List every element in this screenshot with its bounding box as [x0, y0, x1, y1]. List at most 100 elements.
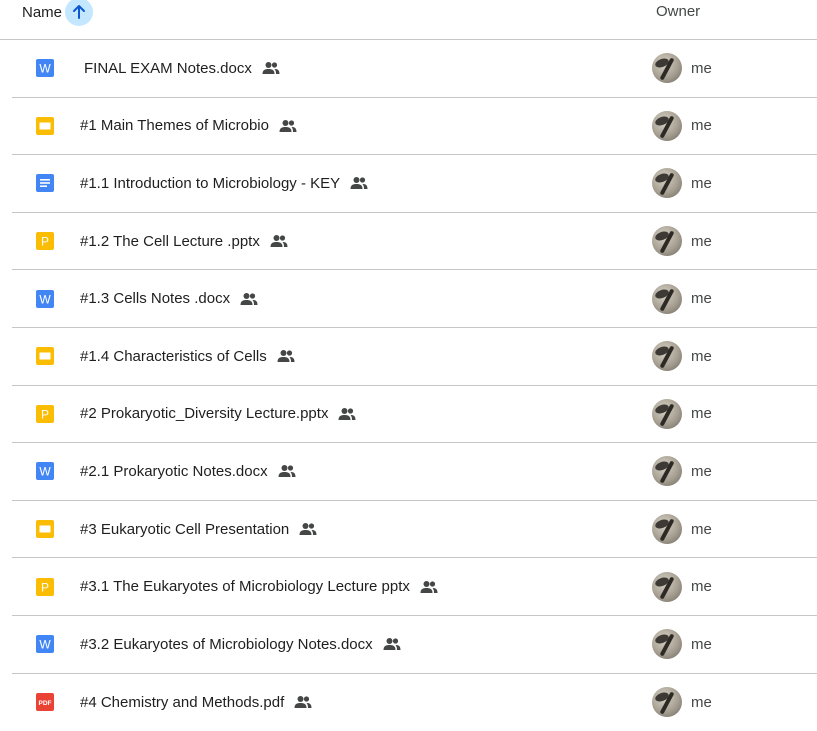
file-row[interactable]: W FINAL EXAM Notes.docx me	[12, 40, 817, 98]
file-name-cell[interactable]: #3.1 The Eukaryotes of Microbiology Lect…	[80, 578, 438, 595]
shared-people-icon	[420, 580, 438, 594]
pdf-file-icon: PDF	[36, 693, 54, 712]
shared-people-icon	[299, 522, 317, 536]
owner-cell: me	[652, 168, 712, 199]
file-name-cell[interactable]: #4 Chemistry and Methods.pdf	[80, 694, 312, 711]
shared-people-icon	[383, 637, 401, 651]
owner-cell: me	[652, 629, 712, 660]
owner-name: me	[691, 578, 712, 596]
avatar[interactable]	[652, 514, 682, 545]
file-name-cell[interactable]: #1.1 Introduction to Microbiology - KEY	[80, 175, 368, 192]
file-name: FINAL EXAM Notes.docx	[84, 59, 252, 77]
owner-cell: me	[652, 398, 712, 429]
file-name: #1 Main Themes of Microbio	[80, 117, 269, 135]
file-row[interactable]: W #1.3 Cells Notes .docx me	[12, 270, 817, 328]
owner-name: me	[691, 693, 712, 711]
svg-text:W: W	[39, 638, 51, 652]
avatar[interactable]	[652, 571, 682, 602]
owner-cell: me	[652, 514, 712, 545]
file-name-cell[interactable]: FINAL EXAM Notes.docx	[84, 60, 280, 77]
file-name-cell[interactable]: #2 Prokaryotic_Diversity Lecture.pptx	[80, 405, 356, 422]
file-row[interactable]: #3 Eukaryotic Cell Presentation me	[12, 501, 817, 559]
shared-people-icon	[279, 119, 297, 133]
shared-people-icon	[270, 234, 288, 248]
owner-name: me	[691, 174, 712, 192]
file-name-cell[interactable]: #1.3 Cells Notes .docx	[80, 290, 258, 307]
name-column-label: Name	[22, 3, 63, 21]
file-name-cell[interactable]: #1.4 Characteristics of Cells	[80, 348, 295, 365]
word-file-icon: W	[36, 635, 54, 654]
owner-cell: me	[652, 110, 712, 141]
shared-people-icon	[262, 61, 280, 75]
file-row[interactable]: #1.4 Characteristics of Cells me	[12, 328, 817, 386]
file-row[interactable]: P #2 Prokaryotic_Diversity Lecture.pptx me	[12, 386, 817, 444]
slides-file-icon	[36, 347, 54, 366]
file-row[interactable]: W #3.2 Eukaryotes of Microbiology Notes.d…	[12, 616, 817, 674]
name-column-header[interactable]: Name	[22, 0, 94, 26]
shared-people-icon	[294, 695, 312, 709]
svg-text:P: P	[41, 407, 49, 421]
file-name-cell[interactable]: #1 Main Themes of Microbio	[80, 117, 297, 134]
file-name: #4 Chemistry and Methods.pdf	[80, 693, 285, 711]
shared-people-icon	[338, 407, 356, 421]
powerpoint-file-icon: P	[36, 404, 54, 423]
file-name: #1.4 Characteristics of Cells	[80, 347, 267, 365]
owner-name: me	[691, 290, 712, 308]
slides-file-icon	[36, 520, 54, 539]
svg-text:W: W	[39, 62, 51, 76]
shared-people-icon	[277, 349, 295, 363]
svg-text:W: W	[39, 292, 51, 306]
sort-ascending-button[interactable]	[65, 0, 94, 26]
avatar[interactable]	[652, 168, 682, 199]
file-list-header: Name Owner	[0, 0, 817, 40]
word-file-icon: W	[36, 289, 54, 308]
file-name: #1.2 The Cell Lecture .pptx	[80, 232, 260, 250]
avatar[interactable]	[652, 283, 682, 314]
avatar[interactable]	[652, 629, 682, 660]
avatar[interactable]	[652, 398, 682, 429]
svg-text:W: W	[39, 465, 51, 479]
file-name-cell[interactable]: #2.1 Prokaryotic Notes.docx	[80, 463, 296, 480]
avatar[interactable]	[652, 53, 682, 84]
owner-name: me	[691, 117, 712, 135]
avatar[interactable]	[652, 341, 682, 372]
file-name: #2 Prokaryotic_Diversity Lecture.pptx	[80, 405, 329, 423]
file-row[interactable]: P #3.1 The Eukaryotes of Microbiology Lec…	[12, 558, 817, 616]
powerpoint-file-icon: P	[36, 232, 54, 251]
word-file-icon: W	[36, 59, 54, 78]
shared-people-icon	[278, 464, 296, 478]
owner-name: me	[691, 520, 712, 538]
docs-file-icon	[36, 174, 54, 193]
file-name-cell[interactable]: #3 Eukaryotic Cell Presentation	[80, 521, 317, 538]
shared-people-icon	[240, 292, 258, 306]
owner-cell: me	[652, 226, 712, 257]
file-row[interactable]: PDF #4 Chemistry and Methods.pdf me	[12, 674, 817, 731]
owner-cell: me	[652, 53, 712, 84]
owner-name: me	[691, 232, 712, 250]
powerpoint-file-icon: P	[36, 577, 54, 596]
owner-name: me	[691, 405, 712, 423]
word-file-icon: W	[36, 462, 54, 481]
file-name-cell[interactable]: #3.2 Eukaryotes of Microbiology Notes.do…	[80, 636, 401, 653]
avatar[interactable]	[652, 456, 682, 487]
owner-name: me	[691, 635, 712, 653]
owner-name: me	[691, 347, 712, 365]
shared-people-icon	[350, 176, 368, 190]
svg-text:P: P	[41, 580, 49, 594]
avatar[interactable]	[652, 110, 682, 141]
owner-cell: me	[652, 687, 712, 718]
file-name: #3 Eukaryotic Cell Presentation	[80, 520, 290, 538]
slides-file-icon	[36, 116, 54, 135]
file-row[interactable]: P #1.2 The Cell Lecture .pptx me	[12, 213, 817, 271]
file-row[interactable]: #1.1 Introduction to Microbiology - KEY m…	[12, 155, 817, 213]
file-name: #3.1 The Eukaryotes of Microbiology Lect…	[80, 578, 410, 596]
owner-cell: me	[652, 571, 712, 602]
file-row[interactable]: W #2.1 Prokaryotic Notes.docx me	[12, 443, 817, 501]
file-row[interactable]: #1 Main Themes of Microbio me	[12, 98, 817, 156]
svg-text:PDF: PDF	[39, 700, 52, 707]
avatar[interactable]	[652, 226, 682, 257]
avatar[interactable]	[652, 687, 682, 718]
owner-cell: me	[652, 283, 712, 314]
owner-column-header[interactable]: Owner	[656, 3, 700, 20]
file-name-cell[interactable]: #1.2 The Cell Lecture .pptx	[80, 233, 288, 250]
